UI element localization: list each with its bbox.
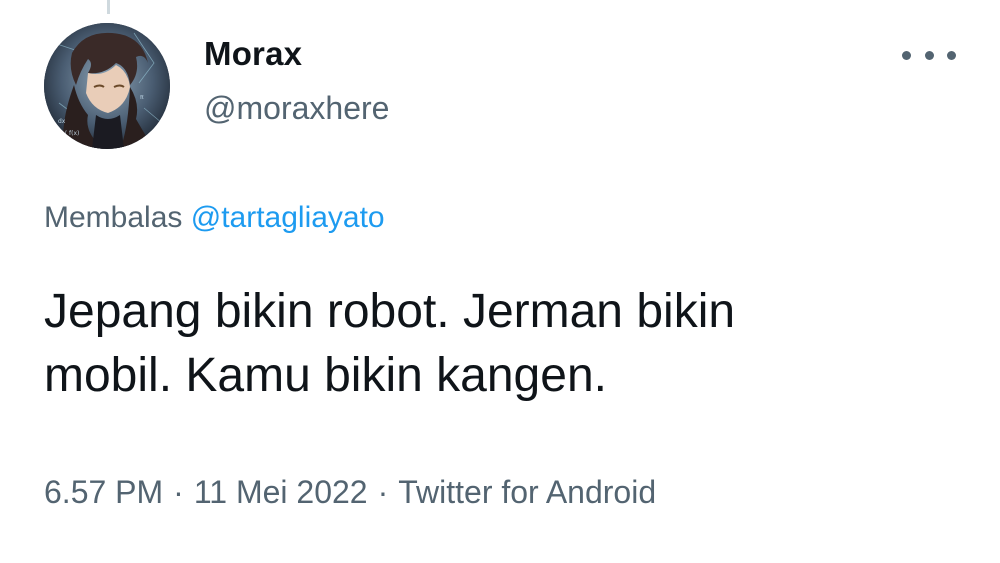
tweet-metadata: 6.57 PM · 11 Mei 2022 · Twitter for Android bbox=[44, 474, 656, 511]
tweet-source-link[interactable]: Twitter for Android bbox=[398, 474, 656, 510]
tweet-text-line: Jepang bikin robot. Jerman bikin bbox=[44, 285, 736, 338]
reply-prefix: Membalas bbox=[44, 201, 183, 234]
tweet-time[interactable]: 6.57 PM bbox=[44, 474, 163, 510]
avatar[interactable]: dx ∫ f(x) π bbox=[44, 23, 170, 149]
tweet-text-line: mobil. Kamu bikin kangen. bbox=[44, 349, 607, 402]
author-display-name[interactable]: Morax bbox=[204, 35, 302, 73]
svg-text:π: π bbox=[140, 94, 144, 101]
reply-mention-link[interactable]: @tartagliayato bbox=[191, 201, 385, 234]
author-handle[interactable]: @moraxhere bbox=[204, 90, 389, 127]
tweet-text: Jepang bikin robot. Jerman bikin mobil. … bbox=[44, 280, 964, 408]
tweet-date[interactable]: 11 Mei 2022 bbox=[194, 474, 368, 510]
svg-text:dx: dx bbox=[58, 118, 66, 125]
svg-text:∫ f(x): ∫ f(x) bbox=[64, 130, 79, 137]
more-options-button[interactable] bbox=[902, 40, 956, 70]
more-horizontal-icon-dot bbox=[924, 50, 934, 60]
more-horizontal-icon bbox=[902, 50, 911, 60]
thread-connector-line bbox=[107, 0, 110, 14]
anime-character-avatar-icon: dx ∫ f(x) π bbox=[44, 23, 170, 149]
meta-separator: · bbox=[377, 474, 389, 510]
more-horizontal-icon-dot bbox=[947, 50, 956, 60]
reply-context: Membalas @tartagliayato bbox=[44, 201, 385, 235]
meta-separator: · bbox=[173, 474, 184, 510]
